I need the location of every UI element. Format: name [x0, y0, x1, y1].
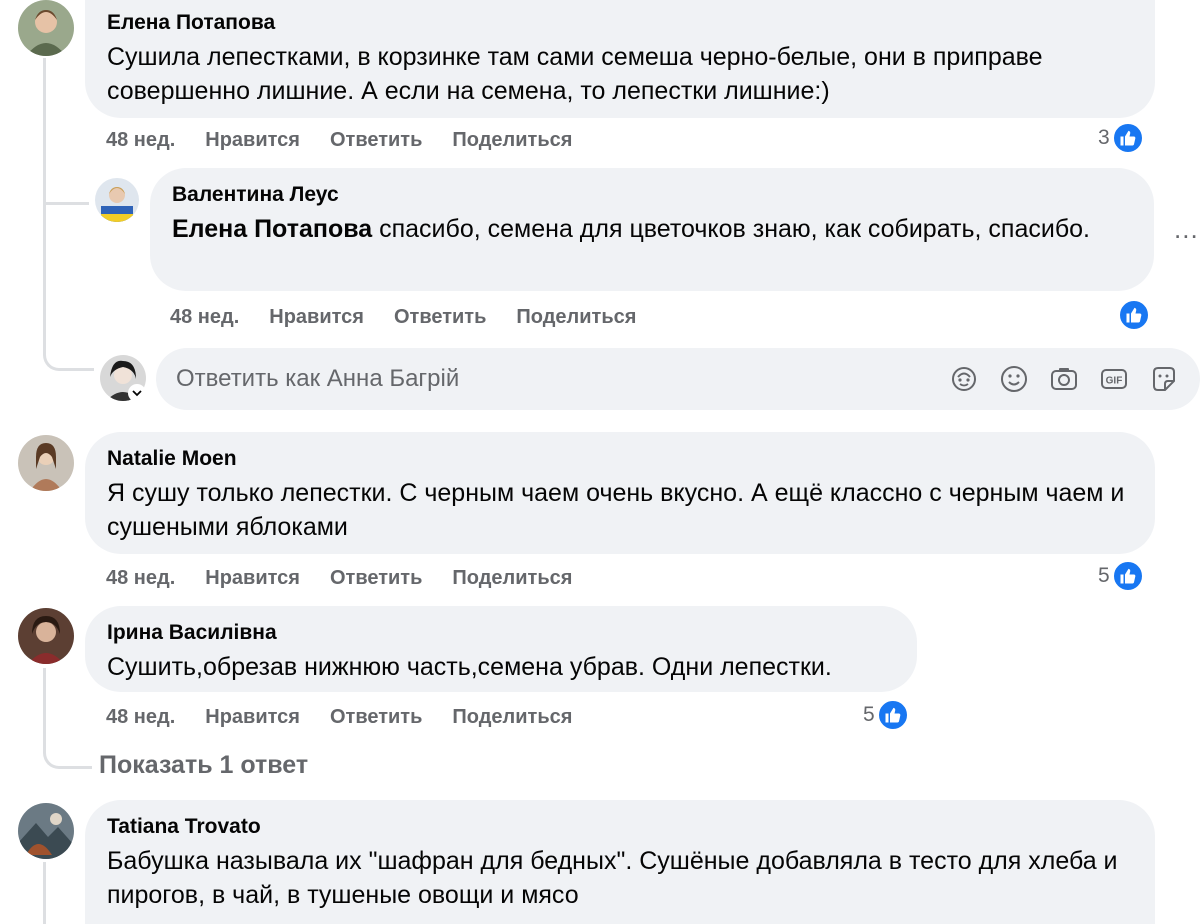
reply-bubble: Валентина Леус Елена Потапова спасибо, с…	[150, 168, 1154, 291]
reaction-count[interactable]: 3	[1098, 122, 1144, 154]
comment-time[interactable]: 48 нед.	[106, 129, 175, 152]
comment-bubble: Елена Потапова Сушила лепестками, в корз…	[85, 0, 1155, 118]
reaction-number: 3	[1098, 126, 1110, 149]
comment-author[interactable]: Елена Потапова	[107, 10, 1133, 36]
reply-button[interactable]: Ответить	[330, 567, 422, 590]
comment-actions: 48 нед. Нравится Ответить Поделиться	[106, 125, 602, 155]
share-button[interactable]: Поделиться	[452, 567, 572, 590]
like-reaction-icon	[1111, 122, 1144, 154]
comment-text: Сушила лепестками, в корзинке там сами с…	[107, 43, 1043, 105]
reply-button[interactable]: Ответить	[330, 706, 422, 729]
reaction-number: 5	[863, 703, 875, 726]
avatar[interactable]	[18, 435, 74, 491]
comment-time[interactable]: 48 нед.	[106, 706, 175, 729]
thread-elbow-replybox	[43, 330, 94, 371]
comment-author[interactable]: Natalie Moen	[107, 446, 1133, 472]
like-button[interactable]: Нравится	[205, 129, 300, 152]
comment-actions: 48 нед. Нравится Ответить Поделиться	[170, 302, 666, 332]
chevron-down-icon[interactable]	[128, 384, 146, 402]
reply-input[interactable]: Ответить как Анна Багрій GIF	[156, 348, 1200, 410]
share-button[interactable]: Поделиться	[452, 706, 572, 729]
reply-input-placeholder: Ответить как Анна Багрій	[176, 365, 460, 392]
reply-tools: GIF	[948, 363, 1180, 395]
reaction-number: 5	[1098, 564, 1110, 587]
comment-text: Я сушу только лепестки. С черным чаем оч…	[107, 479, 1125, 541]
comment-actions: 48 нед. Нравится Ответить Поделиться	[106, 563, 602, 593]
emoji-icon[interactable]	[998, 363, 1030, 395]
like-button[interactable]: Нравится	[269, 306, 364, 329]
reply-button[interactable]: Ответить	[394, 306, 486, 329]
reaction-count[interactable]	[1118, 299, 1150, 331]
like-button[interactable]: Нравится	[205, 706, 300, 729]
thread-elbow-reply	[43, 180, 89, 205]
thread-line-3	[43, 862, 46, 924]
camera-icon[interactable]	[1048, 363, 1080, 395]
mention-link[interactable]: Елена Потапова	[172, 215, 372, 243]
comment-text: Бабушка называла их "шафран для бедных".…	[107, 847, 1118, 909]
comment-text: Елена Потапова спасибо, семена для цвето…	[172, 212, 1132, 246]
share-button[interactable]: Поделиться	[516, 306, 636, 329]
avatar[interactable]	[18, 803, 74, 859]
reply-button[interactable]: Ответить	[330, 129, 422, 152]
reaction-count[interactable]: 5	[863, 699, 909, 731]
like-reaction-icon	[1118, 299, 1150, 331]
like-button[interactable]: Нравится	[205, 567, 300, 590]
comment-actions: 48 нед. Нравится Ответить Поделиться	[106, 702, 602, 732]
more-options-button[interactable]: ...	[1174, 214, 1199, 245]
svg-text:GIF: GIF	[1106, 376, 1123, 387]
reaction-count[interactable]: 5	[1098, 560, 1144, 592]
avatar[interactable]	[18, 608, 74, 664]
sticker-icon[interactable]	[1148, 363, 1180, 395]
avatar[interactable]	[18, 0, 74, 56]
comment-text-body: спасибо, семена для цветочков знаю, как …	[372, 215, 1090, 243]
comment-author[interactable]: Ірина Василівна	[107, 620, 895, 646]
like-reaction-icon	[1111, 560, 1144, 592]
comment-author[interactable]: Tatiana Trovato	[107, 814, 1133, 840]
comment-bubble: Tatiana Trovato Бабушка называла их "шаф…	[85, 800, 1155, 924]
share-button[interactable]: Поделиться	[452, 129, 572, 152]
comment-bubble: Ірина Василівна Сушить,обрезав нижнюю ча…	[85, 606, 917, 692]
show-replies-link[interactable]: Показать 1 ответ	[99, 751, 308, 780]
comment-text: Сушить,обрезав нижнюю часть,семена убрав…	[107, 653, 832, 681]
comment-time[interactable]: 48 нед.	[106, 567, 175, 590]
like-reaction-icon	[876, 699, 909, 731]
avatar-sticker-icon[interactable]	[948, 363, 980, 395]
thread-elbow-showmore	[43, 730, 92, 769]
gif-icon[interactable]: GIF	[1098, 363, 1130, 395]
avatar[interactable]	[95, 178, 139, 222]
comment-time[interactable]: 48 нед.	[170, 306, 239, 329]
comment-bubble: Natalie Moen Я сушу только лепестки. С ч…	[85, 432, 1155, 554]
comment-author[interactable]: Валентина Леус	[172, 182, 1132, 208]
